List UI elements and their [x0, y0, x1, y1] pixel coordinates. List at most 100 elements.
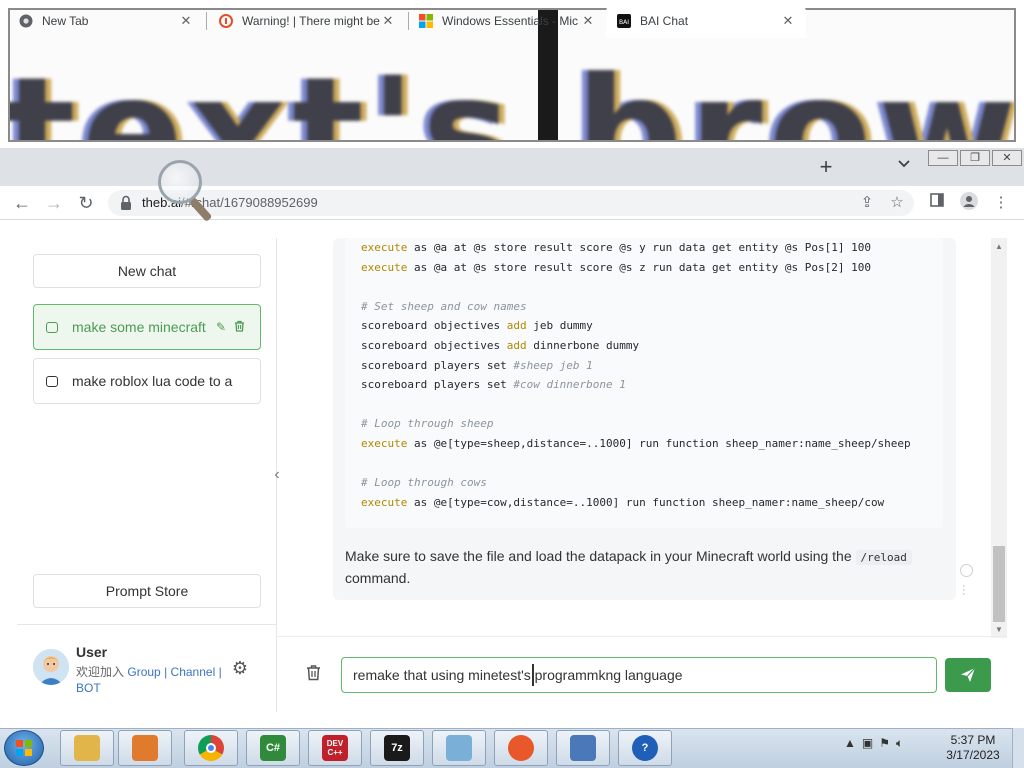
code-token: add	[506, 319, 527, 333]
tab-title: New Tab	[42, 14, 89, 28]
forward-arrow-icon[interactable]: →	[42, 193, 66, 213]
kebab-menu-icon[interactable]: ⋮	[990, 192, 1012, 214]
taskbar-app[interactable]: DEV C++	[308, 730, 362, 766]
reload-icon[interactable]: ↻	[74, 193, 98, 213]
join-text: 欢迎加入	[76, 665, 125, 679]
clock-date: 3/17/2023	[946, 748, 1000, 762]
back-arrow-icon[interactable]: ←	[10, 193, 34, 213]
edit-icon[interactable]: ✎	[212, 320, 230, 334]
devcpp-icon: DEV C++	[322, 735, 348, 761]
prompt-store-button[interactable]: Prompt Store	[33, 574, 261, 608]
chat-input[interactable]	[341, 657, 937, 693]
action-center-icon[interactable]: ⚑	[879, 736, 890, 751]
code-line: execute as @e[type=cow,distance=..1000] …	[361, 493, 911, 513]
code-line: execute as @a at @s store result score @…	[361, 258, 911, 278]
paint-icon	[446, 735, 472, 761]
clock-time: 5:37 PM	[950, 733, 996, 747]
warning-site-icon	[218, 13, 234, 29]
message-text-part: Make sure to save the file and load the …	[345, 548, 852, 564]
code-line: execute as @e[type=sheep,distance=..1000…	[361, 434, 911, 454]
code-token: scoreboard objectives	[361, 319, 507, 333]
code-token: execute	[361, 495, 408, 509]
window-close-icon[interactable]: ✕	[992, 150, 1022, 166]
taskbar-app[interactable]: 7z	[370, 730, 424, 766]
taskbar-app[interactable]	[432, 730, 486, 766]
show-desktop-button[interactable]	[1012, 728, 1024, 768]
taskbar-app[interactable]	[184, 730, 238, 766]
chat-item[interactable]: make roblox lua code to a	[33, 358, 261, 404]
star-icon[interactable]: ☆	[886, 192, 908, 214]
magnified-text: text's brows	[8, 46, 1016, 142]
link-separator: |	[164, 665, 168, 679]
tab-bai-chat[interactable]: BAI BAI Chat ✕	[606, 4, 806, 38]
scroll-down-icon[interactable]: ▼	[991, 623, 1007, 637]
send-icon	[961, 667, 976, 682]
screen: text's brows New Tab ✕ Warning! | There …	[0, 0, 1024, 768]
group-link[interactable]: Group	[127, 665, 160, 679]
chat-item-active[interactable]: make some minecraft ✎	[33, 304, 261, 350]
taskbar-app-label: ?	[641, 742, 649, 754]
code-token: #cow dinnerbone 1	[513, 378, 626, 392]
code-content: execute as @a at @s store result score @…	[361, 238, 911, 512]
code-token: execute	[361, 241, 408, 254]
microsoft-icon	[418, 13, 434, 29]
tab-strip	[0, 148, 1024, 186]
scroll-up-icon[interactable]: ▲	[991, 240, 1007, 254]
volume-icon[interactable]: 🔈︎	[896, 736, 903, 751]
share-icon[interactable]: ⇪	[856, 192, 878, 214]
system-tray: ▲ ▣ ⚑ 🔈︎	[844, 736, 903, 751]
code-token: as @a at @s store result score @s z run …	[407, 260, 871, 274]
firefox-icon	[508, 735, 534, 761]
taskbar-app[interactable]	[494, 730, 548, 766]
code-token: as @a at @s store result score @s y run …	[407, 241, 871, 254]
message-status-icon[interactable]	[960, 564, 973, 577]
close-icon[interactable]: ✕	[780, 13, 796, 29]
code-token: as @e[type=sheep,distance=..1000] run fu…	[407, 436, 911, 450]
minimize-icon[interactable]: —	[928, 150, 958, 166]
taskbar-app[interactable]	[118, 730, 172, 766]
code-line: # Loop through cows	[361, 473, 911, 493]
delete-icon[interactable]	[230, 320, 248, 335]
restore-icon[interactable]: ❐	[960, 150, 990, 166]
chevron-left-icon[interactable]: ‹	[268, 464, 286, 486]
code-token: #sheep jeb 1	[513, 358, 593, 372]
close-icon[interactable]: ✕	[380, 13, 396, 29]
text-cursor	[532, 664, 534, 686]
new-chat-button[interactable]: New chat	[33, 254, 261, 288]
tab-warning[interactable]: Warning! | There might be ✕	[208, 4, 406, 38]
side-panel-icon[interactable]	[926, 192, 948, 214]
profile-icon[interactable]	[958, 192, 980, 214]
bot-link[interactable]: BOT	[76, 681, 101, 695]
tab-windows-essentials[interactable]: Windows Essentials - Mic ✕	[408, 4, 606, 38]
clock[interactable]: 5:37 PM 3/17/2023	[938, 733, 1008, 763]
network-app-icon	[570, 735, 596, 761]
start-button[interactable]	[4, 730, 44, 766]
send-button[interactable]	[945, 658, 991, 692]
message-text-part: command.	[345, 570, 411, 586]
more-options-icon[interactable]: · · ·	[962, 581, 966, 600]
chat-bubble-icon	[46, 321, 58, 333]
taskbar-app[interactable]: C#	[246, 730, 300, 766]
close-icon[interactable]: ✕	[580, 13, 596, 29]
new-tab-button[interactable]: +	[812, 154, 840, 182]
trash-icon[interactable]	[302, 664, 324, 686]
taskbar-app[interactable]: ?	[618, 730, 672, 766]
gear-icon[interactable]: ⚙	[230, 658, 250, 678]
scrollbar-thumb[interactable]	[993, 546, 1005, 622]
link-separator: |	[218, 665, 222, 679]
lock-icon[interactable]	[120, 195, 132, 211]
chevron-down-icon[interactable]	[890, 156, 918, 180]
channel-link[interactable]: Channel	[171, 665, 216, 679]
chat-item-title: make roblox lua code to a	[72, 373, 233, 389]
avatar[interactable]	[33, 649, 69, 685]
show-hidden-icons[interactable]: ▲	[844, 736, 856, 751]
close-icon[interactable]: ✕	[178, 13, 194, 29]
tab-new-tab[interactable]: New Tab ✕	[8, 4, 204, 38]
network-icon[interactable]: ▣	[862, 736, 873, 751]
taskbar-app[interactable]	[60, 730, 114, 766]
code-line: # Set sheep and cow names	[361, 297, 911, 317]
code-token: scoreboard players set	[361, 358, 514, 372]
taskbar-app[interactable]	[556, 730, 610, 766]
